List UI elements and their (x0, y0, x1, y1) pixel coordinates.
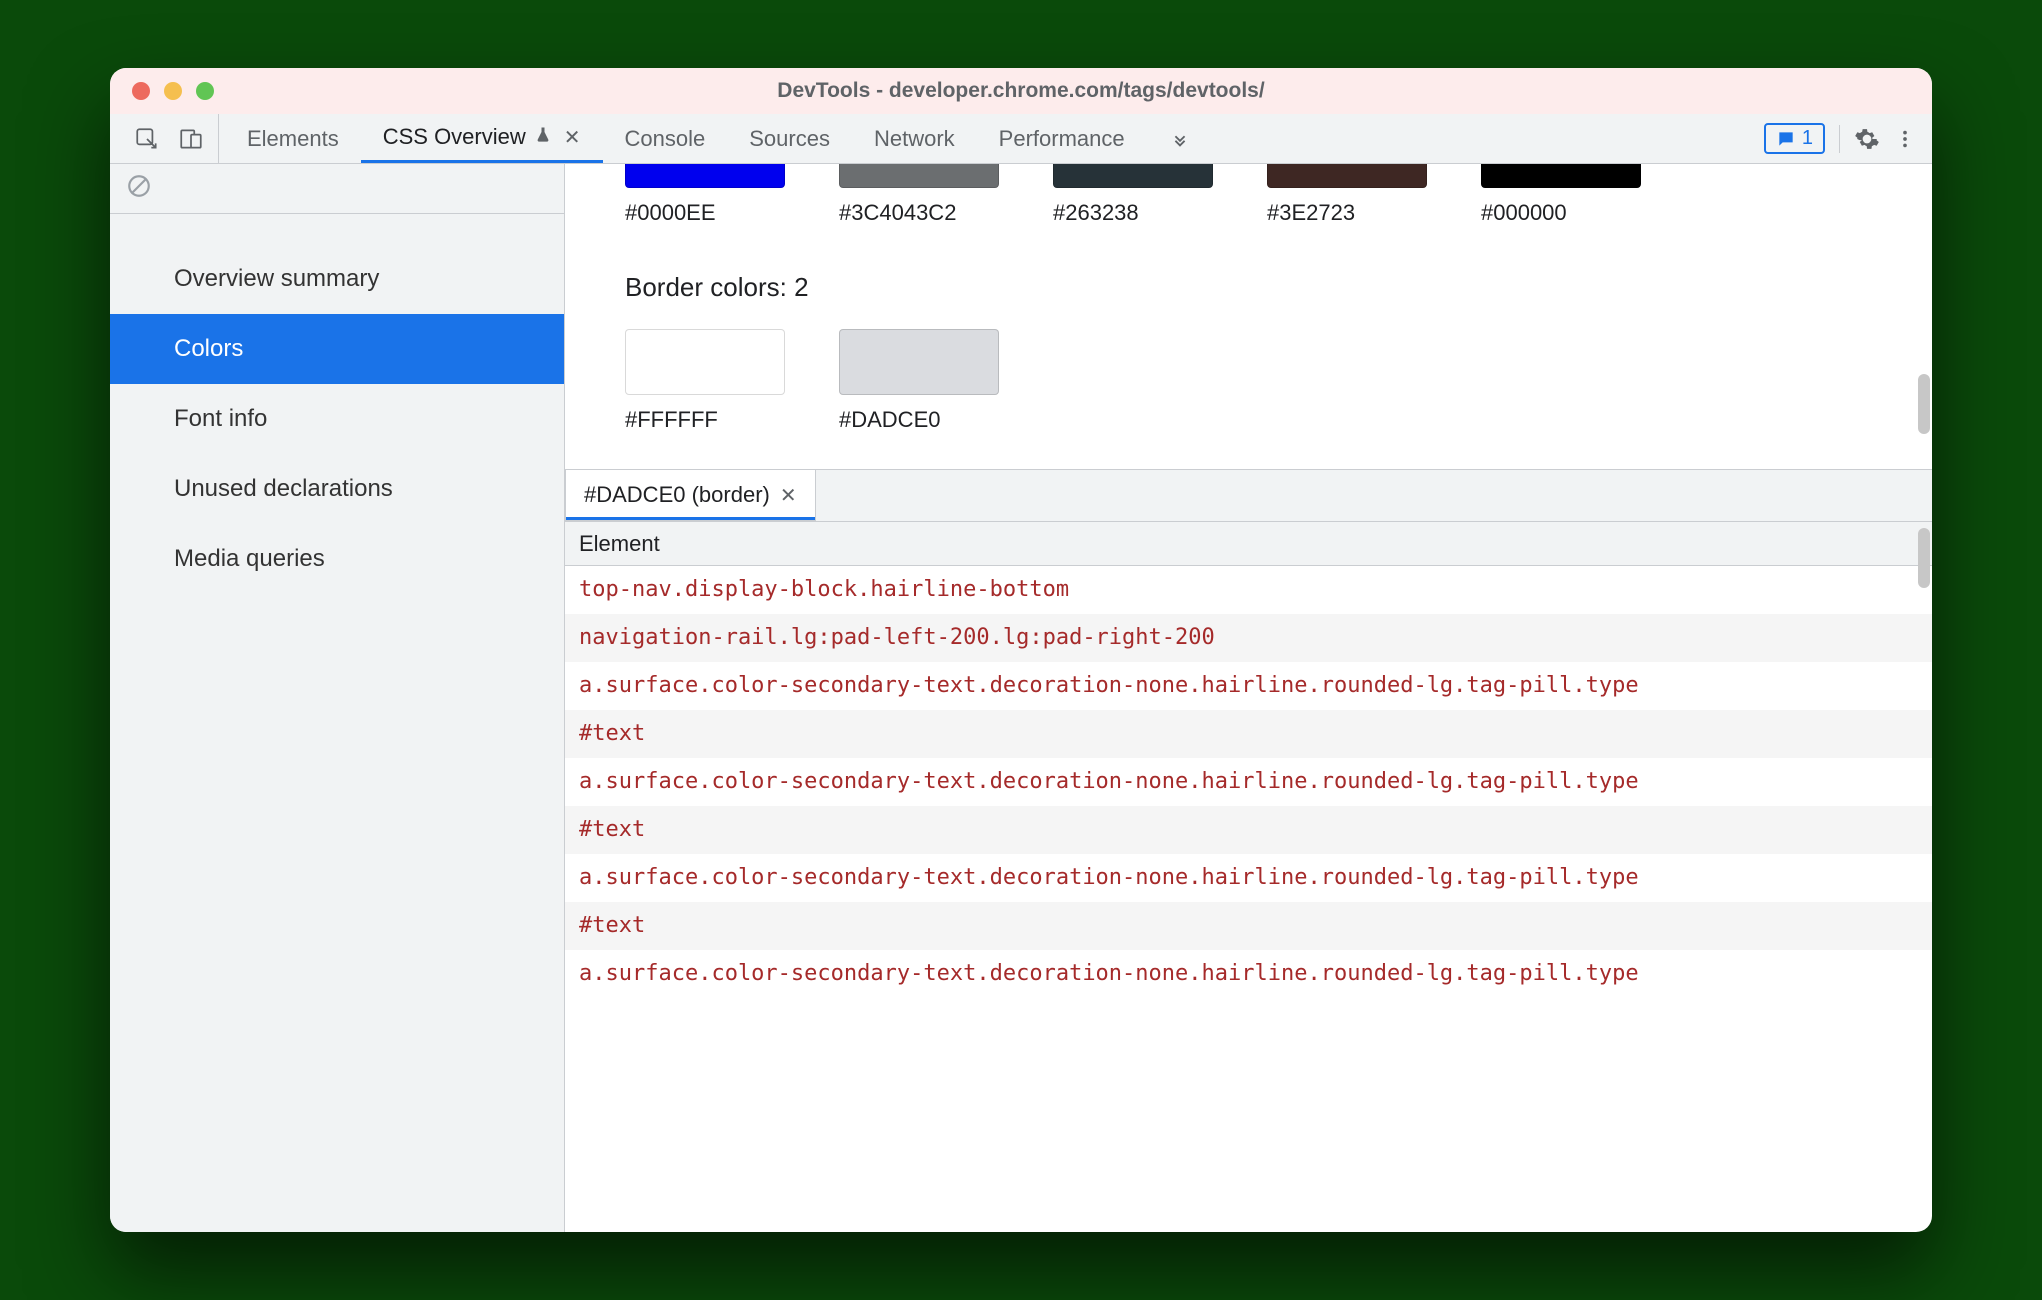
sidebar-item-media-queries[interactable]: Media queries (110, 524, 564, 594)
tab-performance[interactable]: Performance (977, 114, 1147, 163)
color-swatch (1481, 164, 1641, 188)
sidebar-item-label: Font info (174, 405, 267, 433)
close-icon[interactable]: ✕ (780, 483, 797, 508)
swatch-row-top: #0000EE #3C4043C2 #263238 #3E2723 (625, 164, 1872, 226)
tab-label: Performance (999, 126, 1125, 152)
swatch-label: #3C4043C2 (839, 200, 956, 226)
window-title: DevTools - developer.chrome.com/tags/dev… (110, 79, 1932, 103)
more-tabs-button[interactable] (1147, 114, 1213, 163)
swatch-item[interactable]: #000000 (1481, 164, 1641, 226)
details-tab-label: #DADCE0 (border) (584, 482, 770, 508)
messages-badge[interactable]: 1 (1764, 123, 1825, 154)
color-swatch (839, 329, 999, 395)
element-row[interactable]: #text (565, 902, 1932, 950)
element-row[interactable]: navigation-rail.lg:pad-left-200.lg:pad-r… (565, 614, 1932, 662)
element-row[interactable]: a.surface.color-secondary-text.decoratio… (565, 950, 1932, 998)
tab-elements[interactable]: Elements (225, 114, 361, 163)
device-toggle-icon[interactable] (178, 126, 204, 152)
tab-sources[interactable]: Sources (727, 114, 852, 163)
sidebar-item-overview[interactable]: Overview summary (110, 244, 564, 314)
swatch-label: #263238 (1053, 200, 1139, 226)
details-column-header: Element (565, 522, 1932, 566)
sidebar-items: Overview summary Colors Font info Unused… (110, 214, 564, 594)
toolbar-right: 1 (1758, 114, 1922, 163)
inspect-icon[interactable] (134, 126, 160, 152)
swatch-label: #000000 (1481, 200, 1567, 226)
scrollbar-thumb[interactable] (1918, 374, 1930, 434)
swatch-label: #DADCE0 (839, 407, 940, 433)
devtools-window: DevTools - developer.chrome.com/tags/dev… (110, 68, 1932, 1232)
swatch-item[interactable]: #3C4043C2 (839, 164, 999, 226)
element-list[interactable]: top-nav.display-block.hairline-bottom na… (565, 566, 1932, 1232)
tab-css-overview[interactable]: CSS Overview ✕ (361, 114, 603, 163)
color-swatch (1053, 164, 1213, 188)
swatch-item[interactable]: #3E2723 (1267, 164, 1427, 226)
tab-label: Network (874, 126, 955, 152)
divider (1839, 125, 1840, 153)
content: Overview summary Colors Font info Unused… (110, 164, 1932, 1232)
sidebar: Overview summary Colors Font info Unused… (110, 164, 565, 1232)
swatch-item[interactable]: #FFFFFF (625, 329, 785, 433)
messages-count: 1 (1802, 127, 1813, 150)
tab-console[interactable]: Console (603, 114, 728, 163)
element-row[interactable]: #text (565, 710, 1932, 758)
blocked-icon[interactable] (126, 173, 152, 204)
tab-label: Sources (749, 126, 830, 152)
element-row[interactable]: a.surface.color-secondary-text.decoratio… (565, 662, 1932, 710)
sidebar-item-unused[interactable]: Unused declarations (110, 454, 564, 524)
sidebar-item-font-info[interactable]: Font info (110, 384, 564, 454)
details-tab[interactable]: #DADCE0 (border) ✕ (565, 470, 816, 521)
toolbar-left (120, 114, 219, 163)
swatch-label: #FFFFFF (625, 407, 718, 433)
border-colors-title: Border colors: 2 (625, 272, 1872, 303)
kebab-icon[interactable] (1894, 126, 1916, 152)
main-pane: #0000EE #3C4043C2 #263238 #3E2723 (565, 164, 1932, 1232)
swatch-label: #0000EE (625, 200, 716, 226)
swatch-row-border: #FFFFFF #DADCE0 (625, 329, 1872, 433)
details-panel: #DADCE0 (border) ✕ Element top-nav.displ… (565, 469, 1932, 1232)
color-swatch (839, 164, 999, 188)
swatch-item[interactable]: #DADCE0 (839, 329, 999, 433)
element-row[interactable]: a.surface.color-secondary-text.decoratio… (565, 758, 1932, 806)
titlebar: DevTools - developer.chrome.com/tags/dev… (110, 68, 1932, 114)
element-row[interactable]: top-nav.display-block.hairline-bottom (565, 566, 1932, 614)
details-tabbar: #DADCE0 (border) ✕ (565, 470, 1932, 522)
gear-icon[interactable] (1854, 126, 1880, 152)
blocked-row (110, 164, 564, 214)
sidebar-item-label: Unused declarations (174, 475, 393, 503)
element-row[interactable]: a.surface.color-secondary-text.decoratio… (565, 854, 1932, 902)
color-swatch (625, 164, 785, 188)
swatch-item[interactable]: #263238 (1053, 164, 1213, 226)
tab-label: CSS Overview (383, 124, 526, 150)
scrollbar-thumb[interactable] (1918, 528, 1930, 588)
element-row[interactable]: #text (565, 806, 1932, 854)
colors-section: #0000EE #3C4043C2 #263238 #3E2723 (565, 164, 1932, 469)
tab-strip: Elements CSS Overview ✕ Console Sources … (225, 114, 1758, 163)
tab-label: Elements (247, 126, 339, 152)
color-swatch (625, 329, 785, 395)
tab-network[interactable]: Network (852, 114, 977, 163)
color-swatch (1267, 164, 1427, 188)
devtools-toolbar: Elements CSS Overview ✕ Console Sources … (110, 114, 1932, 164)
swatch-item[interactable]: #0000EE (625, 164, 785, 226)
sidebar-item-colors[interactable]: Colors (110, 314, 564, 384)
sidebar-item-label: Colors (174, 335, 243, 363)
sidebar-item-label: Media queries (174, 545, 325, 573)
flask-icon (534, 126, 552, 149)
swatch-label: #3E2723 (1267, 200, 1355, 226)
close-icon[interactable]: ✕ (564, 125, 581, 150)
sidebar-item-label: Overview summary (174, 265, 379, 293)
tab-label: Console (625, 126, 706, 152)
